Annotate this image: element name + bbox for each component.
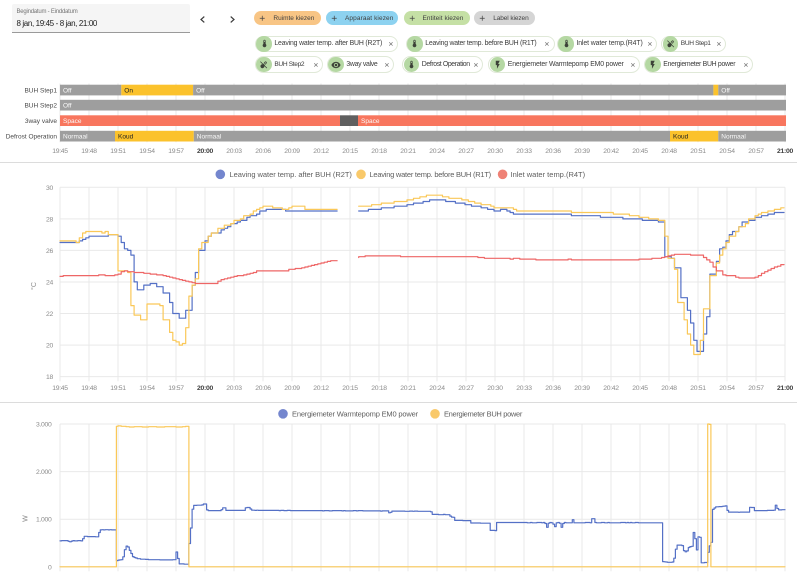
- svg-text:20:21: 20:21: [400, 385, 416, 392]
- svg-text:Off: Off: [196, 87, 205, 94]
- svg-text:Koud: Koud: [118, 134, 134, 141]
- svg-text:20:21: 20:21: [400, 148, 416, 155]
- svg-text:0: 0: [48, 564, 52, 571]
- svg-text:Leaving water temp. before BUH: Leaving water temp. before BUH (R1T): [370, 170, 492, 179]
- svg-text:Off: Off: [721, 87, 730, 94]
- svg-text:3way valve: 3way valve: [25, 118, 58, 125]
- svg-text:20:57: 20:57: [748, 148, 764, 155]
- svg-text:20:45: 20:45: [632, 385, 648, 392]
- svg-text:19:51: 19:51: [110, 148, 126, 155]
- svg-text:1.000: 1.000: [36, 517, 52, 524]
- svg-text:Normaal: Normaal: [721, 134, 746, 141]
- svg-text:19:57: 19:57: [168, 148, 184, 155]
- svg-text:20:36: 20:36: [545, 385, 561, 392]
- svg-text:20:18: 20:18: [371, 385, 387, 392]
- svg-text:20:18: 20:18: [371, 148, 387, 155]
- svg-text:Inlet water temp.(R4T): Inlet water temp.(R4T): [511, 170, 586, 179]
- svg-text:Koud: Koud: [673, 134, 689, 141]
- svg-text:BUH Step1: BUH Step1: [24, 87, 57, 94]
- svg-text:19:54: 19:54: [139, 385, 155, 392]
- svg-text:W: W: [23, 515, 30, 522]
- svg-text:20:45: 20:45: [632, 148, 648, 155]
- svg-text:22: 22: [46, 311, 53, 318]
- svg-text:20:42: 20:42: [603, 148, 619, 155]
- svg-text:20:09: 20:09: [284, 385, 300, 392]
- svg-text:20:27: 20:27: [458, 148, 474, 155]
- svg-text:20: 20: [46, 343, 53, 350]
- svg-text:20:36: 20:36: [545, 148, 561, 155]
- svg-text:20:06: 20:06: [255, 148, 271, 155]
- svg-text:20:51: 20:51: [690, 148, 706, 155]
- svg-text:On: On: [124, 87, 133, 94]
- svg-text:20:15: 20:15: [342, 148, 358, 155]
- svg-text:24: 24: [46, 280, 53, 287]
- svg-text:Off: Off: [63, 87, 72, 94]
- svg-text:3.000: 3.000: [36, 422, 52, 429]
- svg-text:19:51: 19:51: [110, 385, 126, 392]
- svg-text:20:03: 20:03: [226, 148, 242, 155]
- svg-text:20:09: 20:09: [284, 148, 300, 155]
- svg-text:20:54: 20:54: [719, 148, 735, 155]
- svg-text:Space: Space: [63, 118, 82, 125]
- svg-text:BUH Step2: BUH Step2: [24, 103, 57, 110]
- svg-text:20:15: 20:15: [342, 385, 358, 392]
- svg-text:Off: Off: [63, 103, 72, 110]
- svg-text:28: 28: [46, 216, 53, 223]
- svg-text:30: 30: [46, 185, 53, 192]
- svg-text:20:12: 20:12: [313, 385, 329, 392]
- svg-text:Energiemeter Warmtepomp EM0 po: Energiemeter Warmtepomp EM0 power: [292, 410, 419, 419]
- svg-text:19:45: 19:45: [52, 148, 68, 155]
- svg-text:20:33: 20:33: [516, 148, 532, 155]
- svg-text:21:00: 21:00: [777, 385, 793, 392]
- svg-text:Defrost Operation: Defrost Operation: [6, 134, 58, 141]
- svg-text:19:45: 19:45: [52, 385, 68, 392]
- svg-text:20:48: 20:48: [661, 148, 677, 155]
- svg-text:Space: Space: [361, 118, 380, 125]
- svg-text:20:39: 20:39: [574, 385, 590, 392]
- svg-text:18: 18: [46, 374, 53, 381]
- svg-text:20:42: 20:42: [603, 385, 619, 392]
- svg-text:20:48: 20:48: [661, 385, 677, 392]
- svg-text:Energiemeter BUH power: Energiemeter BUH power: [444, 410, 523, 419]
- svg-text:20:30: 20:30: [487, 385, 503, 392]
- svg-text:2.000: 2.000: [36, 469, 52, 476]
- svg-text:20:54: 20:54: [719, 385, 735, 392]
- svg-text:20:24: 20:24: [429, 148, 445, 155]
- svg-text:19:48: 19:48: [81, 385, 97, 392]
- svg-text:20:06: 20:06: [255, 385, 271, 392]
- svg-text:26: 26: [46, 248, 53, 255]
- svg-text:20:03: 20:03: [226, 385, 242, 392]
- svg-text:20:39: 20:39: [574, 148, 590, 155]
- svg-text:Normaal: Normaal: [197, 134, 222, 141]
- svg-text:19:54: 19:54: [139, 148, 155, 155]
- svg-text:20:30: 20:30: [487, 148, 503, 155]
- svg-text:°C: °C: [30, 282, 38, 290]
- svg-text:20:24: 20:24: [429, 385, 445, 392]
- svg-text:Normaal: Normaal: [63, 134, 88, 141]
- svg-text:19:57: 19:57: [168, 385, 184, 392]
- svg-text:20:27: 20:27: [458, 385, 474, 392]
- svg-text:20:57: 20:57: [748, 385, 764, 392]
- svg-text:20:33: 20:33: [516, 385, 532, 392]
- svg-text:20:12: 20:12: [313, 148, 329, 155]
- svg-text:20:00: 20:00: [197, 385, 213, 392]
- svg-text:21:00: 21:00: [777, 148, 793, 155]
- svg-text:20:00: 20:00: [197, 148, 213, 155]
- svg-text:19:48: 19:48: [81, 148, 97, 155]
- svg-text:20:51: 20:51: [690, 385, 706, 392]
- svg-text:Leaving water temp. after BUH: Leaving water temp. after BUH (R2T): [230, 170, 353, 179]
